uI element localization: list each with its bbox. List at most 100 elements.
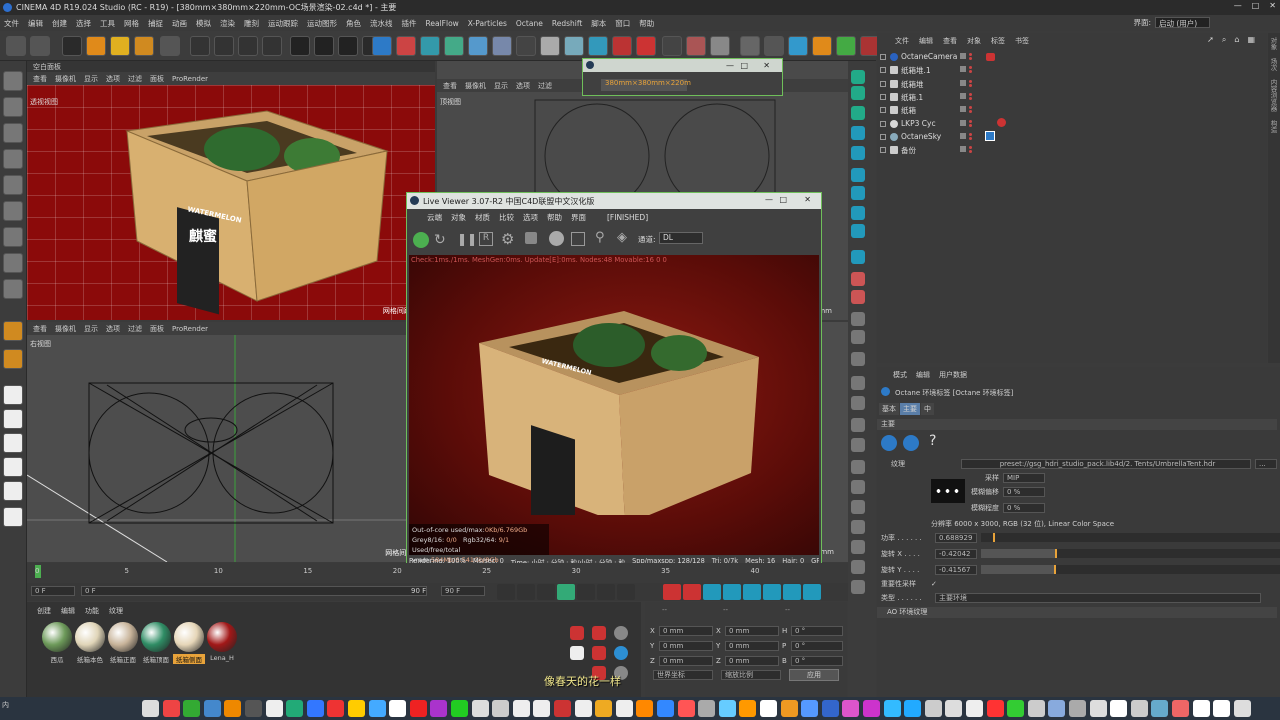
importance-checkbox[interactable]: ✓ [931, 580, 937, 588]
taskbar-app-icon[interactable] [471, 700, 489, 717]
check-icon[interactable] [836, 36, 856, 56]
key-scale-icon[interactable] [743, 584, 761, 600]
side-tool-icon[interactable] [851, 250, 865, 264]
taskbar-app-icon[interactable] [554, 700, 571, 717]
menu-item[interactable]: Octane [516, 19, 543, 28]
select-icon[interactable] [62, 36, 82, 56]
minimize-icon[interactable]: — [765, 195, 773, 204]
side-tool-icon[interactable] [851, 438, 865, 452]
visibility-dot-icon[interactable] [969, 92, 972, 96]
taskbar-app-icon[interactable] [1048, 700, 1066, 717]
texture-path-field[interactable]: preset://gsg_hdri_studio_pack.lib4d/2. T… [961, 458, 1251, 469]
taskbar-app-icon[interactable] [224, 700, 242, 717]
octane-settings-icon[interactable] [564, 36, 584, 56]
settings-gear-icon[interactable]: ⚙ [501, 230, 514, 248]
coord-size-field[interactable]: 0 mm [725, 656, 779, 666]
side-tool-icon[interactable] [851, 418, 865, 432]
tab-basic[interactable]: 基本 [879, 403, 899, 415]
layer-icon[interactable] [960, 53, 966, 59]
menu-item[interactable]: 捕捉 [148, 18, 163, 29]
taskbar-app-icon[interactable] [1213, 700, 1231, 717]
menu-item[interactable]: 运动图形 [307, 18, 337, 29]
pin-icon[interactable]: ⚲ [595, 230, 605, 245]
object-name[interactable]: 纸箱 [901, 105, 916, 116]
menu-item[interactable]: 创建 [52, 18, 67, 29]
lock-icon[interactable] [710, 36, 730, 56]
object-name[interactable]: 纸箱堆 [901, 79, 924, 90]
side-tool-icon[interactable] [851, 376, 865, 390]
top-vp-menu-options[interactable]: 选项 [516, 81, 530, 91]
pause-icon[interactable]: ❚❚ [457, 232, 477, 246]
subdivision-icon[interactable] [420, 36, 440, 56]
material-tool-icon[interactable] [570, 626, 584, 640]
lv-menu-help[interactable]: 帮助 [547, 212, 562, 223]
expand-toggle-icon[interactable] [880, 133, 886, 140]
vp-menu-prorender[interactable]: ProRender [172, 75, 208, 83]
side-tool-icon[interactable] [851, 396, 865, 410]
lv-menu-options[interactable]: 选项 [523, 212, 538, 223]
close-icon[interactable]: ✕ [1269, 1, 1276, 10]
prev-frame-icon[interactable] [537, 584, 555, 600]
x-axis-icon[interactable] [190, 36, 210, 56]
tab-objects[interactable]: 对象 [1268, 37, 1278, 50]
layout-1-icon[interactable] [3, 385, 23, 405]
texture-mode-icon[interactable] [903, 435, 919, 451]
obj-menu-bookmarks[interactable]: 书签 [1015, 36, 1029, 46]
taskbar-app-icon[interactable] [492, 700, 510, 717]
viewport-right[interactable]: 查看 摄像机 显示 选项 过滤 面板 ProRender 右视图 网格间距 : … [27, 322, 435, 562]
taskbar-app-icon[interactable] [1172, 700, 1189, 717]
menu-item[interactable]: X-Particles [468, 19, 507, 28]
maximize-icon[interactable]: □ [779, 195, 787, 204]
taskbar-app-icon[interactable] [677, 700, 695, 717]
play-icon[interactable] [557, 584, 575, 600]
taskbar-app-icon[interactable] [1110, 700, 1128, 717]
side-tool-icon[interactable] [851, 86, 865, 100]
array-icon[interactable] [444, 36, 464, 56]
layer-icon[interactable] [960, 132, 966, 139]
layer-icon[interactable] [960, 106, 966, 113]
object-name[interactable]: LKP3 Cyc [901, 119, 936, 128]
side-tool-icon[interactable] [851, 312, 865, 326]
light-icon[interactable] [540, 36, 560, 56]
side-tool-icon[interactable] [851, 126, 865, 140]
rotx-slider[interactable] [981, 549, 1280, 558]
taskbar-app-icon[interactable] [512, 700, 530, 717]
visibility-dot-icon[interactable] [969, 132, 972, 136]
material-label[interactable]: 纸箱侧面 [173, 654, 205, 664]
lock-icon[interactable] [525, 232, 537, 244]
taskbar-app-icon[interactable] [739, 700, 757, 717]
menu-item[interactable]: 雕刻 [244, 18, 259, 29]
taskbar-app-icon[interactable] [615, 700, 633, 717]
close-icon[interactable]: ✕ [763, 61, 770, 70]
snap-icon[interactable] [740, 36, 760, 56]
start-label[interactable]: 内 [2, 700, 16, 717]
taskbar-app-icon[interactable] [265, 700, 283, 717]
taskbar-app-icon[interactable] [1151, 700, 1169, 717]
menu-item[interactable]: 编辑 [28, 18, 43, 29]
rotx-field[interactable]: -0.42042 [935, 548, 977, 559]
side-tool-icon[interactable] [851, 106, 865, 120]
start-frame-field[interactable]: 0 F [31, 586, 75, 596]
octane-camera-tag-icon[interactable] [986, 53, 995, 61]
taskbar-app-icon[interactable] [718, 700, 736, 717]
side-tool-icon[interactable] [851, 560, 865, 574]
menu-item[interactable]: 窗口 [615, 18, 630, 29]
vp-menu-view[interactable]: 查看 [33, 74, 47, 84]
channel-dropdown[interactable]: DL [659, 232, 703, 244]
live-select-icon[interactable] [160, 36, 180, 56]
texture-icon[interactable] [3, 507, 23, 527]
object-name[interactable]: 纸箱堆.1 [901, 65, 931, 76]
vp-menu-display[interactable]: 显示 [84, 74, 98, 84]
expand-toggle-icon[interactable] [880, 54, 886, 60]
mat-menu-create[interactable]: 创建 [37, 606, 51, 616]
rotate-icon[interactable] [134, 36, 154, 56]
taskbar-app-icon[interactable] [883, 700, 901, 717]
first-frame-icon[interactable] [497, 584, 515, 600]
side-tool-icon[interactable] [851, 70, 865, 84]
deformer-icon[interactable] [468, 36, 488, 56]
material-thumbnail[interactable] [75, 622, 105, 652]
blur-amount-field[interactable]: 0 % [1003, 502, 1045, 513]
edge-mode-icon[interactable] [3, 149, 23, 169]
vp-menu-panel[interactable]: 面板 [150, 74, 164, 84]
taskbar-app-icon[interactable] [1233, 700, 1251, 717]
